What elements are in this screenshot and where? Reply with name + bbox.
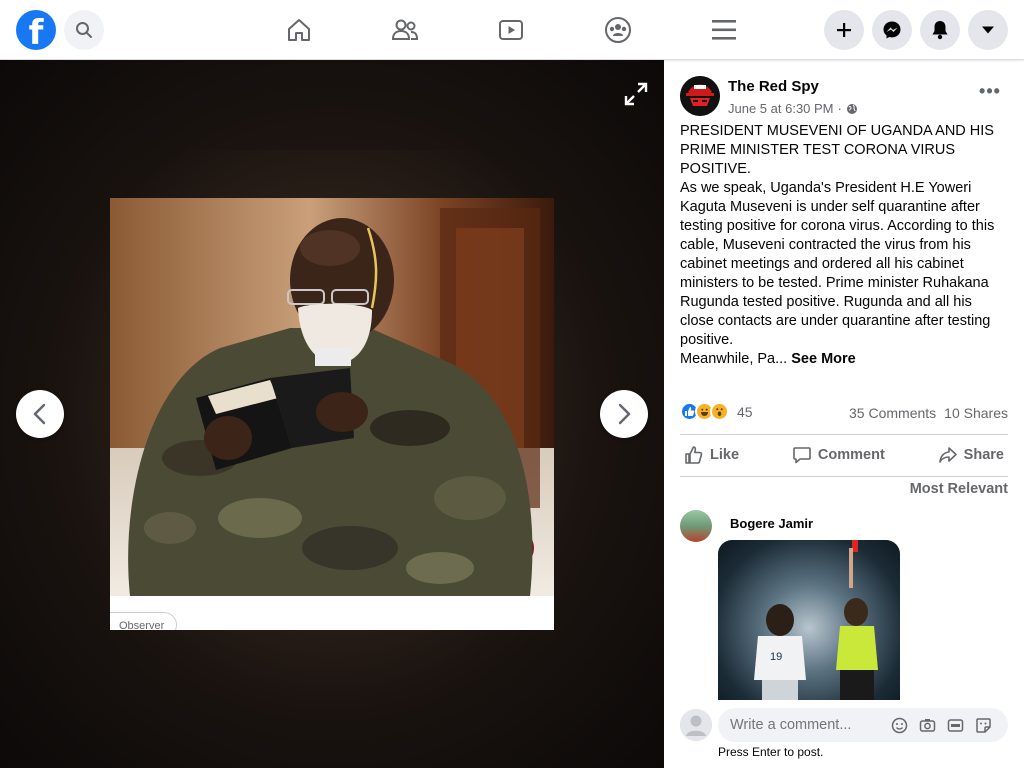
post-stats: 35 Comments 10 Shares bbox=[849, 405, 1008, 421]
home-icon bbox=[288, 19, 310, 41]
account-dropdown-icon bbox=[982, 26, 994, 34]
body-line: close contacts are under quarantine afte… bbox=[680, 313, 991, 329]
reactions-summary[interactable]: 45 bbox=[680, 402, 753, 421]
messenger-button[interactable] bbox=[872, 10, 912, 50]
emoji-button[interactable] bbox=[890, 716, 908, 734]
meta-separator: · bbox=[837, 101, 842, 116]
globe-icon bbox=[846, 103, 857, 114]
composer-hint: Press Enter to post. bbox=[718, 745, 824, 759]
facebook-logo-letter: f bbox=[28, 13, 44, 50]
comment-author[interactable]: Bogere Jamir bbox=[730, 516, 813, 531]
page-avatar[interactable] bbox=[680, 76, 720, 116]
truncated-line: Meanwhile, Pa... See More bbox=[680, 350, 1010, 369]
create-plus-icon bbox=[837, 23, 851, 37]
post-details-panel: The Red Spy June 5 at 6:30 PM · ••• PRES… bbox=[664, 60, 1024, 768]
share-button[interactable]: Share bbox=[934, 445, 1008, 465]
body-line: As we speak, Uganda's President H.E Yowe… bbox=[680, 180, 972, 196]
nav-friends[interactable] bbox=[389, 14, 421, 46]
emoji-icon bbox=[891, 717, 907, 733]
comments-count[interactable]: 35 Comments bbox=[849, 405, 936, 421]
page-name[interactable]: The Red Spy bbox=[728, 78, 819, 95]
shares-count[interactable]: 10 Shares bbox=[944, 405, 1008, 421]
body-line: ministers to be tested. Prime minister R… bbox=[680, 275, 989, 291]
post-timestamp[interactable]: June 5 at 6:30 PM bbox=[728, 101, 834, 116]
top-navigation-bar: f bbox=[0, 0, 1024, 60]
share-label: Share bbox=[963, 447, 1004, 463]
more-dots-icon: ••• bbox=[979, 81, 1001, 101]
comment-bubble-icon bbox=[793, 447, 811, 464]
groups-icon bbox=[605, 17, 631, 43]
truncated-text: Meanwhile, Pa... bbox=[680, 351, 788, 367]
headline-line: PRIME MINISTER TEST CORONA VIRUS bbox=[680, 142, 956, 158]
commenter-avatar[interactable] bbox=[680, 510, 712, 542]
wow-reaction-icon bbox=[710, 402, 729, 421]
comment-button[interactable]: Comment bbox=[788, 445, 889, 465]
default-avatar-icon bbox=[680, 709, 712, 741]
search-button[interactable] bbox=[64, 10, 104, 50]
post-meta: June 5 at 6:30 PM · bbox=[728, 101, 858, 116]
comment-composer: Press Enter to post. bbox=[664, 700, 1024, 768]
expand-button[interactable] bbox=[620, 78, 652, 110]
comment-label: Comment bbox=[817, 447, 885, 463]
gif-button[interactable] bbox=[946, 716, 964, 734]
headline-line: POSITIVE. bbox=[680, 161, 751, 177]
reaction-count: 45 bbox=[737, 403, 753, 420]
create-button[interactable] bbox=[824, 10, 864, 50]
menu-icon bbox=[712, 20, 736, 40]
messenger-icon bbox=[883, 21, 901, 39]
headline-line: PRESIDENT MUSEVENI OF UGANDA AND HIS bbox=[680, 123, 994, 139]
like-thumb-icon bbox=[685, 446, 703, 464]
facebook-logo[interactable]: f bbox=[16, 10, 56, 50]
comment-sort-dropdown[interactable]: Most Relevant bbox=[910, 481, 1008, 497]
red-spy-logo-icon bbox=[680, 76, 720, 116]
post-options-button[interactable]: ••• bbox=[974, 80, 1006, 108]
post-photo[interactable]: Observer bbox=[110, 198, 554, 630]
gif-icon bbox=[947, 718, 963, 732]
previous-photo-button[interactable] bbox=[16, 390, 64, 438]
next-arrow-icon bbox=[618, 403, 631, 425]
photo-viewer: Observer bbox=[0, 60, 664, 768]
notifications-bell-icon bbox=[932, 21, 948, 40]
photo-source-tag: Observer bbox=[110, 612, 178, 630]
post-text: PRESIDENT MUSEVENI OF UGANDA AND HIS PRI… bbox=[680, 122, 1010, 369]
photo-attach-button[interactable] bbox=[918, 716, 936, 734]
previous-arrow-icon bbox=[33, 403, 46, 425]
friends-icon bbox=[391, 19, 419, 40]
nav-groups[interactable] bbox=[602, 14, 634, 46]
sticker-button[interactable] bbox=[974, 716, 992, 734]
next-photo-button[interactable] bbox=[600, 390, 648, 438]
body-line: Kaguta Museveni is under self quarantine… bbox=[680, 199, 980, 215]
composer-tools bbox=[890, 716, 992, 734]
body-line: cabinet meetings and ordered all his cab… bbox=[680, 256, 964, 272]
body-line: positive. bbox=[680, 332, 734, 348]
nav-watch[interactable] bbox=[495, 14, 527, 46]
see-more-link[interactable]: See More bbox=[791, 351, 855, 367]
divider bbox=[680, 434, 1008, 435]
comment-image-scene: 19 bbox=[754, 540, 878, 700]
like-button[interactable]: Like bbox=[680, 445, 743, 465]
comment-image[interactable]: 19 bbox=[718, 540, 900, 700]
divider bbox=[680, 476, 1008, 477]
post-actions: Like Comment Share bbox=[680, 436, 1008, 474]
svg-text:19: 19 bbox=[770, 651, 782, 663]
share-arrow-icon bbox=[938, 447, 957, 463]
camera-icon bbox=[919, 718, 935, 732]
body-line: cable, Museveni contracted the virus fro… bbox=[680, 237, 971, 253]
notifications-button[interactable] bbox=[920, 10, 960, 50]
watch-icon bbox=[499, 20, 523, 40]
expand-icon bbox=[624, 82, 648, 106]
nav-home[interactable] bbox=[283, 14, 315, 46]
body-line: testing positive for corona virus. Accor… bbox=[680, 218, 995, 234]
nav-menu[interactable] bbox=[708, 14, 740, 46]
sticker-icon bbox=[975, 717, 991, 733]
account-button[interactable] bbox=[968, 10, 1008, 50]
current-user-avatar[interactable] bbox=[680, 709, 712, 741]
like-label: Like bbox=[710, 447, 740, 463]
body-line: Rugunda tested positive. Rugunda and all… bbox=[680, 294, 972, 310]
photo-scene bbox=[110, 198, 554, 596]
search-icon bbox=[76, 22, 92, 38]
